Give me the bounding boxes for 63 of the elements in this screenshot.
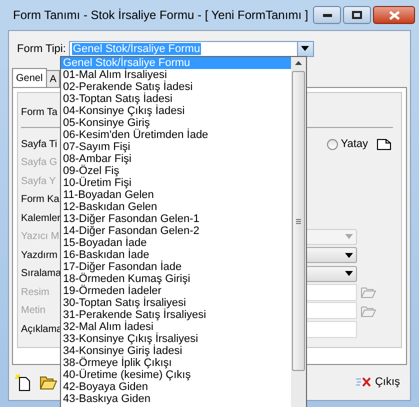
minimize-button[interactable] — [313, 6, 342, 24]
field-label: Sıralama — [21, 268, 62, 280]
caret-icon — [301, 46, 310, 51]
radio-label: Yatay — [340, 138, 368, 150]
tab[interactable]: Genel — [12, 68, 47, 87]
dropdown-option[interactable]: 17-Diğer Fasondan İade — [61, 261, 291, 273]
window-title: Form Tanımı - Stok İrsaliye Formu - [ Yeni FormTanımı ] — [13, 8, 308, 22]
dropdown-option[interactable]: 06-Kesim'den Üretimden İade — [61, 129, 291, 141]
exit-button[interactable]: Çıkış — [352, 373, 404, 391]
minimize-icon — [322, 14, 332, 16]
maximize-button[interactable] — [343, 6, 372, 24]
caret-icon — [345, 271, 353, 276]
dropdown-option[interactable]: 43-Baskıya Giden — [61, 393, 291, 405]
dropdown-option[interactable]: 33-Konsinye Çıkış İrsaliyesi — [61, 333, 291, 345]
field-label: Metin — [21, 305, 46, 316]
caret-icon — [345, 234, 353, 240]
dropdown-option[interactable]: 01-Mal Alım İrsaliyesi — [61, 69, 291, 81]
dropdown-option[interactable]: 12-Baskıdan Gelen — [61, 201, 291, 213]
dropdown-option[interactable]: 42-Boyaya Giden — [61, 381, 291, 393]
new-document-icon[interactable] — [15, 374, 32, 390]
field-label: Form Ka — [21, 194, 60, 206]
dropdown-option[interactable]: 08-Ambar Fişi — [61, 153, 291, 165]
dropdown-option[interactable]: 02-Perakende Satış İadesi — [61, 81, 291, 93]
dropdown-option[interactable]: 40-Üretime (kesime) Çıkış — [61, 369, 291, 381]
scrollbar[interactable] — [291, 57, 306, 407]
exit-icon — [356, 375, 372, 389]
dropdown-option[interactable]: 05-Konsinye Giriş — [61, 117, 291, 129]
dropdown-option[interactable]: 04-Konsinye Çıkış İadesi — [61, 105, 291, 117]
dropdown-option[interactable]: 16-Baskıdan İade — [61, 249, 291, 261]
field-label: Kalemler — [21, 212, 62, 224]
field-label: Sayfa Ti — [21, 138, 58, 150]
open-folder-icon[interactable] — [40, 374, 57, 390]
grip-icon — [296, 218, 301, 224]
field-label: Resim — [21, 286, 50, 298]
field-label: Sayfa Y — [21, 176, 57, 187]
dropdown-option[interactable]: 15-Boyadan İade — [61, 237, 291, 249]
dropdown-option[interactable]: 10-Üretim Fişi — [61, 177, 291, 189]
maximize-icon — [352, 11, 362, 19]
form-type-label: Form Tipi: — [17, 42, 66, 54]
dropdown-option[interactable]: 31-Perakende Satış İrsaliyesi — [61, 309, 291, 321]
dropdown-option[interactable]: 32-Mal Alım İadesi — [61, 321, 291, 333]
dropdown-option[interactable]: 13-Diğer Fasondan Gelen-1 — [61, 213, 291, 225]
dropdown-option[interactable]: 18-Örmeden Kumaş Girişi — [61, 273, 291, 285]
close-button[interactable] — [373, 6, 416, 24]
dropdown-option[interactable]: 03-Toptan Satış İadesi — [61, 93, 291, 105]
field-label: Sayfa G — [21, 157, 58, 168]
dropdown-option[interactable]: 38-Örmeye İplik Çıkışı — [61, 357, 291, 369]
field-label: Yazıcı M — [21, 231, 60, 242]
close-icon — [388, 10, 400, 20]
dropdown-option[interactable]: 19-Örmeden İadeler — [61, 285, 291, 297]
field-label: Yazdırm — [21, 250, 58, 261]
dropdown-option[interactable]: 34-Konsinye Giriş İadesi — [61, 345, 291, 357]
dropdown-option[interactable]: 07-Sayım Fişi — [61, 141, 291, 153]
radio-button[interactable] — [326, 138, 338, 150]
caret-icon — [345, 252, 353, 258]
scroll-up-icon — [295, 61, 302, 65]
dropdown-option[interactable]: 30-Toptan Satış İrsaliyesi — [61, 297, 291, 309]
landscape-page-icon — [377, 138, 391, 150]
dropdown-option[interactable]: 09-Özel Fiş — [61, 165, 291, 177]
tab[interactable]: A — [46, 70, 60, 87]
dropdown-option[interactable]: 14-Diğer Fasondan Gelen-2 — [61, 225, 291, 237]
dropdown-option[interactable]: 11-Boyadan Gelen — [61, 189, 291, 201]
section-heading: Form Ta — [21, 107, 58, 118]
